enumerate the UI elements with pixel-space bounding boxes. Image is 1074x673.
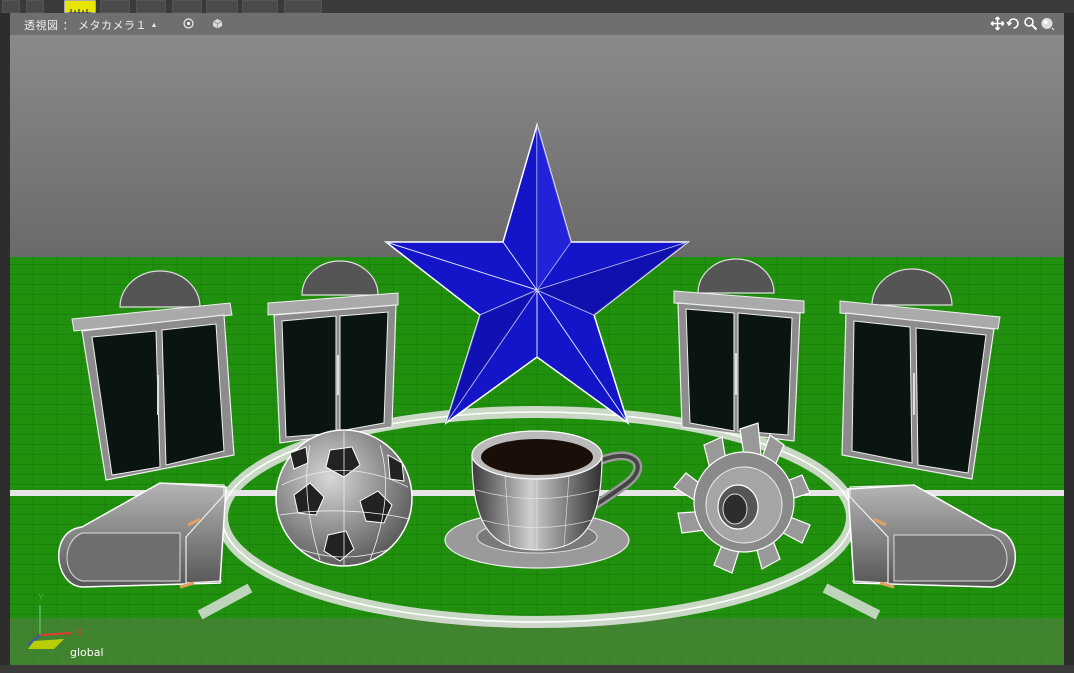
toolbar-button-7[interactable] — [206, 0, 238, 13]
toolbar-button-2[interactable] — [26, 0, 44, 13]
move-icon[interactable] — [990, 16, 1005, 31]
perspective-viewport[interactable]: 透視図 ： メタカメラ１ ▴ Y X global — [10, 13, 1064, 665]
camera-dropdown-arrow[interactable]: ▴ — [152, 20, 156, 29]
toolbar-button-6[interactable] — [172, 0, 202, 13]
toolbar-button-1[interactable] — [2, 0, 20, 13]
axis-x-label: X — [76, 627, 82, 637]
coordinate-space-label: global — [70, 646, 104, 659]
toolbar-button-9[interactable] — [284, 0, 322, 13]
rotate-icon[interactable] — [1006, 16, 1021, 31]
toolbar-button-8[interactable] — [242, 0, 278, 13]
toolbar-button-4[interactable] — [100, 0, 130, 13]
toolbar-button-5[interactable] — [136, 0, 166, 13]
3d-scene[interactable]: Y X — [10, 35, 1064, 665]
display-mode-icon[interactable] — [1040, 16, 1055, 31]
soccer-ball[interactable] — [275, 429, 413, 567]
bottom-status-bar — [0, 665, 1074, 673]
shading-icon[interactable] — [212, 18, 223, 29]
viewport-title[interactable]: 透視図 ： メタカメラ１ — [24, 17, 147, 33]
target-icon[interactable] — [183, 18, 194, 29]
zoom-icon[interactable] — [1023, 16, 1038, 31]
viewport-header: 透視図 ： メタカメラ１ ▴ — [10, 13, 1064, 36]
right-panel-edge — [1064, 13, 1074, 673]
ruler-tool-button[interactable] — [64, 0, 96, 14]
left-panel-edge — [0, 13, 10, 673]
top-toolbar — [0, 0, 1074, 14]
axis-y-label: Y — [38, 592, 44, 602]
